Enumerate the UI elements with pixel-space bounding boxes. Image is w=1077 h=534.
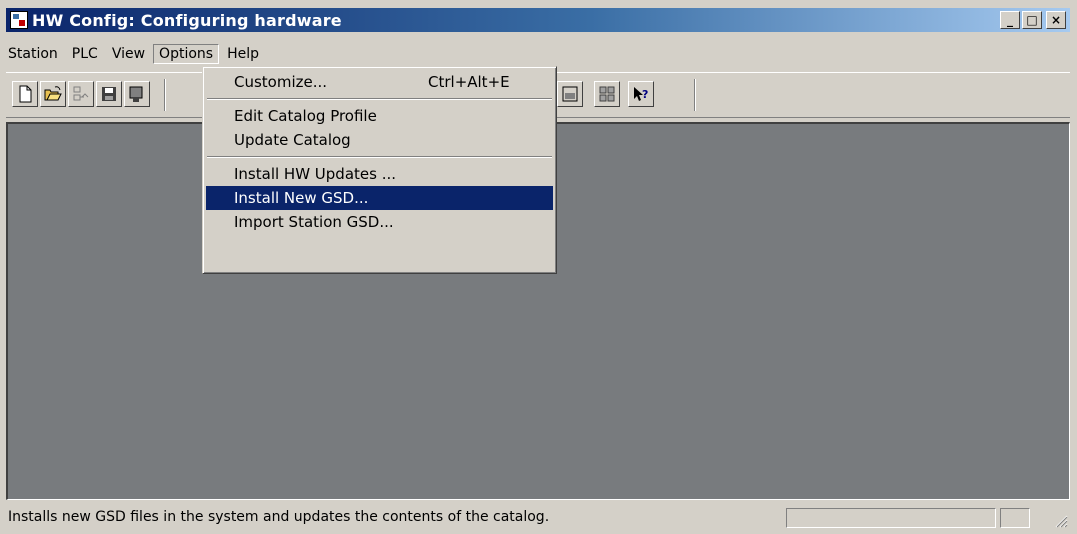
- toolbar-separator: [164, 79, 166, 111]
- menu-separator: [207, 98, 552, 100]
- module-icon: [562, 86, 578, 102]
- status-pane: [1000, 508, 1030, 528]
- catalog-icon: [599, 86, 615, 102]
- menu-item-edit-catalog-profile[interactable]: Edit Catalog Profile: [206, 104, 553, 128]
- window-title: HW Config: Configuring hardware: [32, 10, 342, 30]
- open-button[interactable]: [40, 81, 66, 107]
- compile-button[interactable]: [124, 81, 150, 107]
- menu-item-customize[interactable]: Customize... Ctrl+Alt+E: [206, 70, 553, 94]
- window-controls: _ □ ×: [1000, 11, 1066, 29]
- catalog-button[interactable]: [594, 81, 620, 107]
- new-button[interactable]: [12, 81, 38, 107]
- help-cursor-button[interactable]: ?: [628, 81, 654, 107]
- hw-config-app-icon[interactable]: [10, 11, 28, 29]
- network-button[interactable]: [68, 81, 94, 107]
- new-icon: [19, 85, 32, 103]
- maximize-button[interactable]: □: [1022, 11, 1042, 29]
- module-button[interactable]: [557, 81, 583, 107]
- menu-view[interactable]: View: [106, 44, 151, 64]
- toolbar-separator: [694, 79, 696, 111]
- status-pane: [786, 508, 996, 528]
- menu-separator: [207, 156, 552, 158]
- title-bar[interactable]: HW Config: Configuring hardware _ □ ×: [6, 8, 1070, 32]
- status-message: Installs new GSD files in the system and…: [8, 509, 550, 525]
- network-icon: [73, 86, 89, 101]
- resize-grip-icon[interactable]: [1052, 512, 1068, 528]
- status-bar: Installs new GSD files in the system and…: [6, 506, 1070, 530]
- help-cursor-icon: ?: [634, 87, 648, 101]
- menu-item-update-catalog[interactable]: Update Catalog: [206, 128, 553, 152]
- menu-station[interactable]: Station: [2, 44, 64, 64]
- minimize-button[interactable]: _: [1000, 11, 1020, 29]
- compile-icon: [129, 86, 143, 102]
- menu-item-install-hw-updates[interactable]: Install HW Updates ...: [206, 162, 553, 186]
- shortcut-customize: Ctrl+Alt+E: [428, 73, 510, 91]
- close-button[interactable]: ×: [1046, 11, 1066, 29]
- menu-item-import-station-gsd[interactable]: Import Station GSD...: [206, 210, 553, 234]
- svg-text:?: ?: [642, 88, 648, 101]
- save-icon: [102, 87, 116, 101]
- menu-options[interactable]: Options: [153, 44, 220, 64]
- options-menu: Customize... Ctrl+Alt+E Edit Catalog Pro…: [202, 66, 557, 274]
- menu-help[interactable]: Help: [221, 44, 265, 64]
- menu-item-install-new-gsd[interactable]: Install New GSD...: [206, 186, 553, 210]
- menu-bar: Station PLC View Options Help: [0, 42, 265, 66]
- save-button[interactable]: [96, 81, 122, 107]
- open-icon: [44, 86, 62, 101]
- menu-plc[interactable]: PLC: [66, 44, 104, 64]
- hw-config-window: HW Config: Configuring hardware _ □ × St…: [0, 0, 1077, 534]
